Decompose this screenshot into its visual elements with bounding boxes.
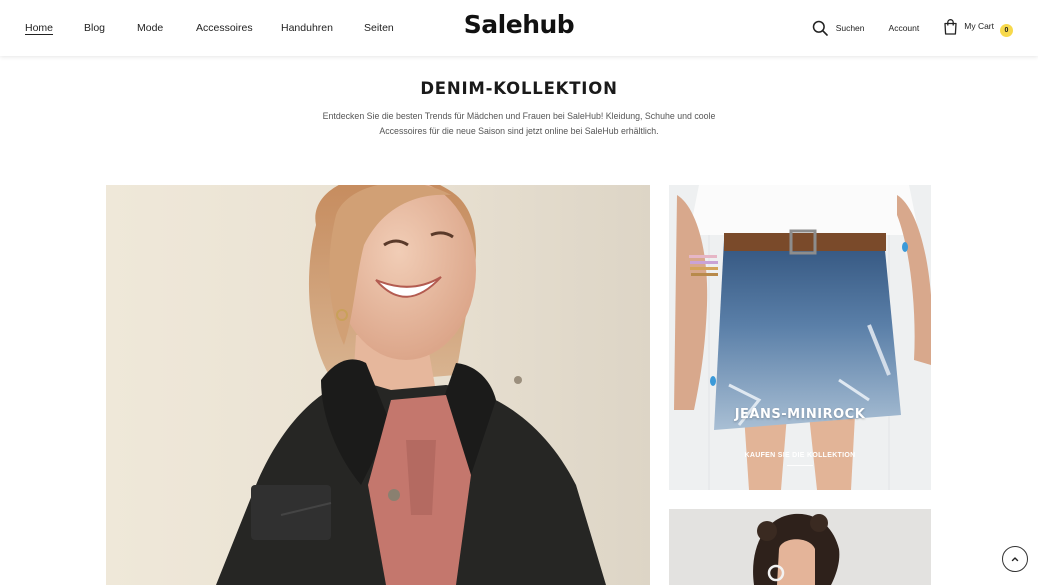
shop-collection-link[interactable]: KAUFEN SIE DIE KOLLEKTION — [669, 452, 931, 459]
chevron-up-icon — [1010, 554, 1020, 564]
link-underline — [787, 465, 813, 466]
category-card-second[interactable] — [669, 509, 931, 585]
section-description: Entdecken Sie die besten Trends für Mädc… — [322, 111, 716, 136]
header-actions: Suchen Account My Cart 0 — [812, 0, 1013, 56]
shopping-bag-icon — [943, 18, 958, 35]
search-button[interactable]: Suchen — [812, 20, 865, 36]
search-label: Suchen — [835, 23, 865, 33]
section-title: DENIM-KOLLEKTION — [420, 79, 618, 98]
site-logo[interactable]: Salehub — [464, 10, 575, 39]
nav-accessoires[interactable]: Accessoires — [196, 22, 281, 34]
nav-seiten[interactable]: Seiten — [364, 22, 394, 34]
nav-blog[interactable]: Blog — [84, 22, 137, 34]
cart-count-badge: 0 — [1000, 23, 1013, 37]
cart-label: My Cart — [964, 21, 994, 31]
hero-image-woman-denim-jacket[interactable] — [106, 185, 650, 585]
search-icon — [812, 20, 828, 36]
category-card-jeans-minirock[interactable]: JEANS-MINIROCK KAUFEN SIE DIE KOLLEKTION — [669, 185, 931, 490]
nav-mode[interactable]: Mode — [137, 22, 196, 34]
nav-handuhren[interactable]: Handuhren — [281, 22, 364, 34]
site-header: Home Blog Mode Accessoires Handuhren Sei… — [0, 0, 1038, 56]
account-link[interactable]: Account — [889, 23, 920, 33]
scroll-top-button[interactable] — [1002, 546, 1028, 572]
main-nav: Home Blog Mode Accessoires Handuhren Sei… — [25, 0, 394, 56]
card-title: JEANS-MINIROCK — [734, 407, 866, 422]
cart-button[interactable]: My Cart 0 — [943, 18, 1013, 37]
nav-home[interactable]: Home — [25, 22, 84, 34]
